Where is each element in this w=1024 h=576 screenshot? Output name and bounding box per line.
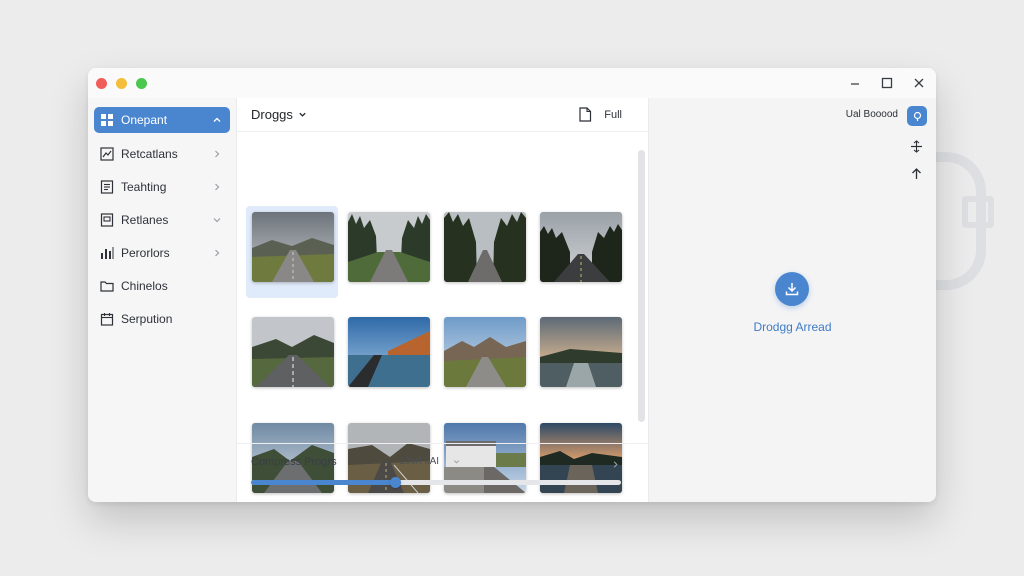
full-label: Full: [604, 108, 622, 121]
folder-dropdown[interactable]: Droggs: [251, 107, 307, 122]
thumbnail-hill-highway[interactable]: [246, 311, 338, 403]
progress-label: Compress Progrs: [251, 456, 337, 468]
gallery-header: Droggs Full: [237, 98, 648, 132]
sidebar: Onepant Retcatlans Teahting Retlanes Per…: [88, 98, 237, 502]
thumbnail-lake-cliff[interactable]: [342, 311, 434, 403]
sidebar-item-label: Retcatlans: [121, 147, 178, 161]
chevron-down-icon: [454, 460, 460, 464]
note-icon: [100, 213, 114, 227]
minimize-icon[interactable]: [842, 72, 868, 94]
chevron-right-icon: [212, 149, 222, 159]
close-traffic-light[interactable]: [96, 78, 107, 89]
upload-panel: Ual Booood Drodgg Arread: [648, 98, 936, 502]
sidebar-item-chinelos[interactable]: Chinelos: [94, 273, 230, 299]
full-button[interactable]: Full: [578, 107, 622, 122]
chevron-down-icon: [299, 112, 306, 117]
panel-title: Ual Booood: [845, 109, 898, 120]
thumbnail-mountain-road[interactable]: [438, 311, 530, 403]
zoom-traffic-light[interactable]: [136, 78, 147, 89]
gallery-scrollbar[interactable]: [638, 150, 645, 422]
download-icon: [785, 283, 799, 296]
chevron-right-icon: [212, 182, 222, 192]
sidebar-item-label: Serpution: [121, 312, 173, 326]
download-button[interactable]: [775, 272, 809, 306]
app-window: Onepant Retcatlans Teahting Retlanes Per…: [88, 68, 936, 502]
thumbnail-forest-road[interactable]: [342, 206, 434, 298]
progress-fill: [251, 480, 396, 485]
location-pin-icon[interactable]: [907, 106, 927, 126]
sidebar-item-label: Chinelos: [121, 279, 168, 293]
chevron-right-icon[interactable]: [611, 456, 620, 468]
document-icon: [100, 180, 114, 194]
maximize-icon[interactable]: [874, 72, 900, 94]
thumbnail-image: [444, 317, 526, 387]
thumbnail-image: [348, 212, 430, 282]
thumbnail-image: [444, 212, 526, 282]
chevron-down-icon: [212, 215, 222, 225]
folder-icon: [100, 279, 114, 293]
thumbnail-dark-pine-road[interactable]: [534, 206, 626, 298]
chevron-right-icon: [212, 248, 222, 258]
close-icon[interactable]: [906, 72, 932, 94]
thumbnail-cloudy-road[interactable]: [246, 206, 338, 298]
thumbnail-pine-road[interactable]: [438, 206, 530, 298]
compress-option-select[interactable]: 10ort κΑΙ: [399, 456, 460, 467]
sidebar-item-retlanes[interactable]: Retlanes: [94, 207, 230, 233]
file-icon: [579, 107, 592, 122]
progress-track[interactable]: [251, 477, 621, 488]
sidebar-item-perorlors[interactable]: Perorlors: [94, 240, 230, 266]
arrow-up-icon[interactable]: [910, 167, 923, 180]
compress-progress: Compress Progrs 10ort κΑΙ: [237, 443, 648, 502]
drop-area-label[interactable]: Drodgg Arread: [649, 320, 936, 334]
sidebar-item-label: Perorlors: [121, 246, 170, 260]
thumbnail-image: [252, 212, 334, 282]
bar-chart-icon: [100, 246, 114, 260]
folder-label: Droggs: [251, 107, 293, 122]
calendar-icon: [100, 312, 114, 326]
sidebar-item-label: Onepant: [121, 113, 168, 127]
sidebar-item-label: Teahting: [121, 180, 167, 194]
gallery-panel: Droggs Full Compress Progrs 10ort κΑΙ: [237, 98, 648, 502]
sidebar-item-onepant[interactable]: Onepant: [94, 107, 230, 133]
thumbnail-image: [348, 317, 430, 387]
progress-knob[interactable]: [390, 477, 402, 488]
chevron-up-icon: [212, 115, 222, 125]
sidebar-item-serpution[interactable]: Serpution: [94, 306, 230, 332]
split-icon[interactable]: [910, 140, 923, 153]
title-bar: [88, 68, 936, 98]
grid-icon: [100, 113, 114, 127]
thumbnail-sunset-lake[interactable]: [534, 311, 626, 403]
sidebar-item-retcatlans[interactable]: Retcatlans: [94, 141, 230, 167]
minimize-traffic-light[interactable]: [116, 78, 127, 89]
compress-option-value: 10ort κΑΙ: [399, 456, 440, 467]
thumbnail-image: [540, 212, 622, 282]
sidebar-item-label: Retlanes: [121, 213, 169, 227]
thumbnail-image: [252, 317, 334, 387]
thumbnail-image: [540, 317, 622, 387]
sidebar-item-teahting[interactable]: Teahting: [94, 174, 230, 200]
chart-icon: [100, 147, 114, 161]
